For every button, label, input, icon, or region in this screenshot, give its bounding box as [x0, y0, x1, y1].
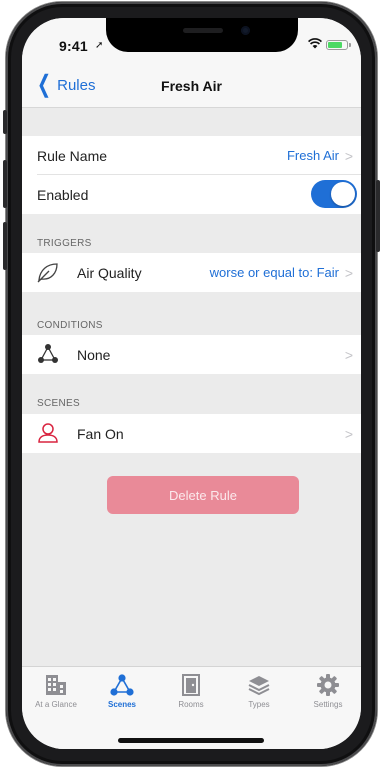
leaf-icon	[37, 263, 58, 283]
volume-up-button	[3, 160, 7, 208]
battery-tip	[349, 43, 351, 47]
tab-label: At a Glance	[35, 700, 77, 709]
tab-types[interactable]: Types	[231, 673, 287, 709]
speaker-grille	[183, 28, 223, 33]
rule-name-row[interactable]: Rule Name Fresh Air >	[22, 136, 361, 175]
navigation-bar: ❮ Rules Fresh Air	[22, 66, 361, 108]
person-icon	[38, 423, 58, 443]
door-icon	[182, 674, 200, 696]
mute-switch	[3, 110, 7, 134]
chevron-right-icon: >	[344, 147, 353, 164]
page-title: Fresh Air	[161, 78, 222, 94]
tab-bar: At a Glance Scenes Rooms Types Settings	[22, 666, 361, 749]
battery-fill	[328, 42, 342, 48]
enabled-row: Enabled	[22, 175, 361, 214]
tab-at-a-glance[interactable]: At a Glance	[28, 673, 84, 709]
tab-settings[interactable]: Settings	[300, 673, 356, 709]
status-bar: 9:41 ➚	[22, 18, 361, 66]
condition-label: None	[77, 346, 111, 363]
tab-rooms[interactable]: Rooms	[163, 673, 219, 709]
wifi-icon	[308, 38, 322, 49]
toggle-knob	[331, 182, 355, 206]
location-arrow-icon: ➚	[95, 40, 104, 51]
trigger-row-air-quality[interactable]: Air Quality worse or equal to: Fair >	[22, 253, 361, 292]
volume-down-button	[3, 222, 7, 270]
enabled-label: Enabled	[37, 186, 89, 203]
chevron-right-icon: >	[344, 264, 353, 281]
tab-label: Types	[248, 700, 270, 709]
notch	[106, 18, 298, 52]
front-camera	[241, 26, 250, 35]
scenes-header: SCENES	[37, 398, 80, 409]
building-icon	[46, 675, 66, 695]
rule-name-label: Rule Name	[37, 147, 108, 164]
tab-label: Scenes	[107, 700, 137, 709]
screen: 9:41 ➚ ❮ Rules Fresh Air Rule Name Fresh…	[22, 18, 361, 749]
trigger-label: Air Quality	[77, 264, 142, 281]
rule-name-value: Fresh Air	[286, 148, 339, 163]
scene-label: Fan On	[77, 425, 124, 442]
scenes-icon	[110, 674, 134, 696]
tab-label: Rooms	[178, 700, 204, 709]
layers-icon	[248, 676, 270, 696]
home-indicator	[118, 738, 264, 743]
chevron-right-icon: >	[344, 346, 353, 363]
power-button	[376, 180, 380, 252]
triggers-header: TRIGGERS	[37, 238, 92, 249]
enabled-toggle[interactable]	[311, 180, 357, 208]
scene-row-fan-on[interactable]: Fan On >	[22, 414, 361, 453]
chevron-right-icon: >	[344, 425, 353, 442]
delete-rule-button[interactable]: Delete Rule	[107, 476, 299, 514]
conditions-header: CONDITIONS	[37, 320, 103, 331]
gear-icon	[317, 674, 339, 696]
status-time: 9:41	[59, 38, 88, 54]
battery-icon	[326, 40, 348, 50]
network-icon	[38, 344, 58, 363]
tab-scenes[interactable]: Scenes	[94, 673, 150, 709]
condition-row-none[interactable]: None >	[22, 335, 361, 374]
tab-label: Settings	[313, 700, 343, 709]
trigger-value: worse or equal to: Fair	[209, 265, 339, 280]
